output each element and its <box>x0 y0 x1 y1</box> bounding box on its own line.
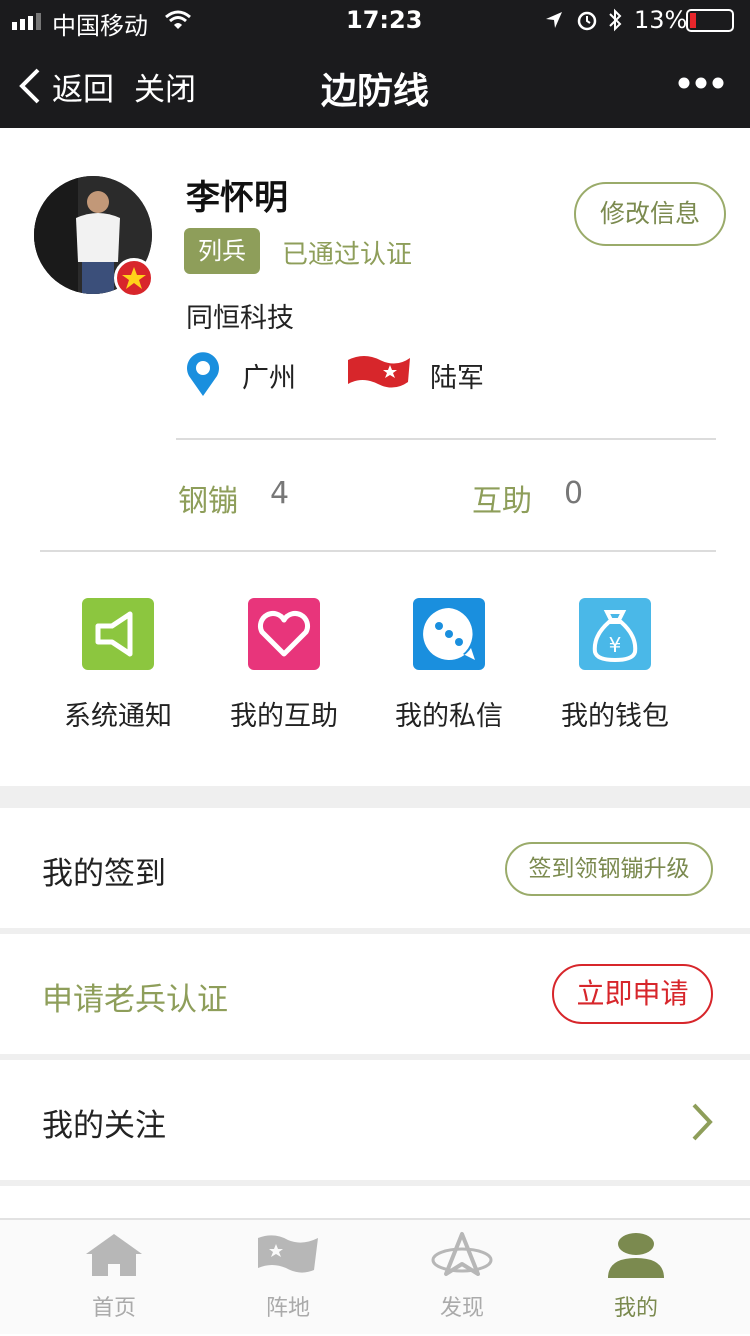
mutual-help-label: 互助 <box>472 484 532 519</box>
alarm-icon <box>577 11 597 31</box>
divider <box>176 438 716 440</box>
checkin-row[interactable]: 我的签到 签到领钢镚升级 <box>0 808 750 928</box>
tab-bar: 首页 阵地 发现 我的 <box>0 1218 750 1334</box>
heart-icon <box>248 598 320 670</box>
chevron-right-icon <box>692 1103 713 1141</box>
location-pin-icon <box>187 352 219 396</box>
system-notice-label: 系统通知 <box>64 701 172 732</box>
army-flag-icon <box>348 356 410 388</box>
checkin-label: 我的签到 <box>42 856 166 892</box>
tab-home[interactable]: 首页 <box>20 1220 208 1336</box>
mutual-help-value: 0 <box>564 476 584 511</box>
more-icon[interactable] <box>678 76 724 90</box>
carrier-text: 中国移动 <box>52 12 148 40</box>
speaker-icon <box>82 598 154 670</box>
status-bar: 中国移动 17:23 13% <box>0 0 750 40</box>
tab-mine[interactable]: 我的 <box>542 1220 730 1336</box>
user-icon <box>608 1233 664 1278</box>
my-messages-label: 我的私信 <box>395 701 503 732</box>
tab-discover-label: 发现 <box>439 1296 484 1321</box>
verified-status: 已通过认证 <box>282 240 413 270</box>
page-title: 边防线 <box>320 71 429 112</box>
money-bag-icon: ¥ <box>579 598 651 670</box>
profile-card: 李怀明 列兵 已通过认证 修改信息 同恒科技 广州 陆军 钢镚 4 互助 0 系… <box>0 128 750 786</box>
nav-bar: 返回 关闭 边防线 <box>0 40 750 128</box>
my-help-button[interactable]: 我的互助 <box>209 598 359 733</box>
tab-mine-label: 我的 <box>613 1296 658 1321</box>
tab-position-label: 阵地 <box>265 1296 310 1321</box>
svg-text:¥: ¥ <box>609 633 622 657</box>
section-gap <box>0 786 750 808</box>
chat-icon <box>413 598 485 670</box>
my-wallet-button[interactable]: ¥ 我的钱包 <box>540 598 690 733</box>
bluetooth-icon <box>609 8 622 32</box>
battery-percent: 13% <box>634 6 688 34</box>
battery-icon <box>686 9 734 32</box>
tab-home-label: 首页 <box>91 1296 136 1321</box>
checkin-button[interactable]: 签到领钢镚升级 <box>505 842 713 896</box>
compass-icon <box>431 1232 493 1276</box>
tab-discover[interactable]: 发现 <box>368 1220 556 1336</box>
system-notice-button[interactable]: 系统通知 <box>43 598 193 733</box>
my-wallet-label: 我的钱包 <box>561 701 669 732</box>
location-arrow-icon <box>546 12 562 28</box>
divider <box>40 550 716 552</box>
my-messages-button[interactable]: 我的私信 <box>374 598 524 733</box>
user-name: 李怀明 <box>186 178 288 218</box>
flag-icon <box>258 1235 318 1273</box>
veteran-verify-row[interactable]: 申请老兵认证 立即申请 <box>0 934 750 1054</box>
rank-badge-icon <box>114 258 154 298</box>
coins-label: 钢镚 <box>178 484 238 519</box>
coins-value: 4 <box>270 476 290 511</box>
edit-profile-button[interactable]: 修改信息 <box>574 182 726 246</box>
veteran-verify-label: 申请老兵认证 <box>42 982 228 1018</box>
my-follow-row[interactable]: 我的关注 <box>0 1060 750 1180</box>
clock-text: 17:23 <box>346 6 423 34</box>
rank-badge: 列兵 <box>184 228 260 274</box>
apply-now-button[interactable]: 立即申请 <box>552 964 713 1024</box>
my-follow-label: 我的关注 <box>42 1108 166 1144</box>
army-branch-text: 陆军 <box>430 363 484 394</box>
my-help-label: 我的互助 <box>230 701 338 732</box>
company-name: 同恒科技 <box>186 303 294 334</box>
location-text: 广州 <box>242 363 296 394</box>
list-continuation <box>0 1186 750 1218</box>
wifi-icon <box>165 10 191 29</box>
signal-icon <box>12 13 41 30</box>
home-icon <box>86 1234 142 1276</box>
tab-position[interactable]: 阵地 <box>194 1220 382 1336</box>
